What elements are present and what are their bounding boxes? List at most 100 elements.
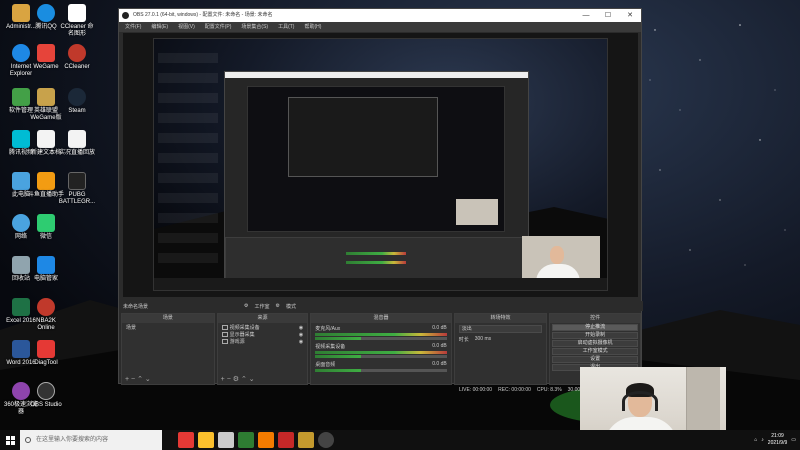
taskbar-search-box[interactable]: 在这里输入你要搜索的内容 [20,430,162,450]
window-controls: — ☐ ✕ [575,9,641,22]
menu-view[interactable]: 视图(V) [178,22,195,32]
preview-desktop-icons [158,43,218,273]
maximize-button[interactable]: ☐ [597,9,619,22]
source-item[interactable]: 视频采集设备 ◉ [221,325,303,332]
gamepad-icon [221,339,228,345]
volume-meter [315,333,447,336]
menu-scene-collection[interactable]: 场景集合(S) [241,22,268,32]
start-recording-button[interactable]: 开始录制 [552,332,638,339]
taskbar-app-icon[interactable] [178,432,194,448]
audio-mixer-dock: 混音器 麦克风/Aux 0.0 dB 视频采集设备 0.0 dB 桌面音频 0.0 d… [310,313,452,385]
volume-slider[interactable] [315,355,447,358]
preview-taskbar [154,278,607,290]
remove-source-button[interactable]: − [227,376,231,383]
mode-label: 模式 [286,303,297,310]
notification-icon[interactable]: ▭ [791,437,796,443]
scenes-dock: 场景 场景 + − ⌃ ⌄ [121,313,215,385]
sources-dock: 来源 视频采集设备 ◉ 显示器采集 ◉ 游戏源 ◉ + − ⚙ ⌃ ⌄ [216,313,309,385]
desktop-icon-nba2k[interactable]: NBA2K Online [27,298,65,332]
move-up-button[interactable]: ⌃ [241,376,247,383]
desktop-icon-pubg[interactable]: PUBG BATTLEGR... [58,172,96,206]
menu-help[interactable]: 帮助(H) [304,22,321,32]
desktop-icon-replay[interactable]: 实况直播回放 [58,130,96,157]
source-settings-button[interactable]: ⚙ [233,376,239,383]
volume-slider[interactable] [315,337,447,340]
search-placeholder: 在这里输入你要搜索的内容 [36,437,109,443]
scene-item[interactable]: 场景 [126,325,210,332]
taskbar-app-icon[interactable] [198,432,214,448]
visibility-eye-icon[interactable]: ◉ [299,332,303,339]
menu-profile[interactable]: 配置文件(P) [205,22,232,32]
obs-title-bar[interactable]: OBS 27.0.1 (64-bit, windows) - 配置文件: 未命名… [119,9,641,22]
start-virtual-camera-button[interactable]: 启动虚拟摄像机 [552,340,638,347]
wechat-icon [37,214,55,232]
search-icon [25,437,31,443]
taskbar-app-icon[interactable] [218,432,234,448]
remove-scene-button[interactable]: − [131,376,135,383]
scenes-dock-toolbar: + − ⌃ ⌄ [122,375,214,384]
menu-edit[interactable]: 编辑(E) [151,22,168,32]
duration-label: 时长 [458,337,469,343]
move-up-button[interactable]: ⌃ [137,376,143,383]
diagtool-icon [37,340,55,358]
visibility-eye-icon[interactable]: ◉ [299,325,303,332]
source-item[interactable]: 显示器采集 ◉ [221,332,303,339]
obs-docks: 场景 场景 + − ⌃ ⌄ 来源 视频采集设备 ◉ 显示器采集 ◉ 游戏源 ◉ + −… [119,313,643,385]
obs-window[interactable]: OBS 27.0.1 (64-bit, windows) - 配置文件: 未命名… [118,8,643,393]
taskbar-app-icon[interactable] [278,432,294,448]
desktop-icon-ccleaner-doc[interactable]: CCleaner 命 名图形 [58,4,96,38]
douyu-icon [37,172,55,190]
volume-icon[interactable]: ♪ [761,437,764,443]
desktop-icon-obs[interactable]: OBS Studio [27,382,65,409]
display-capture-preview [153,38,608,291]
desktop-icon-steam[interactable]: Steam [58,88,96,115]
obs-icon [37,382,55,400]
duration-input[interactable]: 300 ms [475,336,491,343]
source-item[interactable]: 游戏源 ◉ [221,339,303,346]
mixer-channel: 视频采集设备 0.0 dB [315,343,447,358]
taskbar-app-icon[interactable] [238,432,254,448]
controls-dock-title: 控件 [550,314,640,323]
nested-webcam [456,199,498,225]
system-tray: ⌂ ♪ 21:09 2021/9/9 ▭ [754,430,796,450]
qq-icon [37,4,55,22]
taskbar-obs-icon[interactable] [318,432,334,448]
add-source-button[interactable]: + [221,376,225,383]
add-scene-button[interactable]: + [125,376,129,383]
wegame-icon [37,44,55,62]
mode-icon[interactable]: ⚙ [276,303,280,309]
taskbar-clock[interactable]: 21:09 2021/9/9 [768,433,787,447]
taskbar-app-icon[interactable] [298,432,314,448]
studio-mode-button[interactable]: 工作室模式 [552,348,638,355]
start-button[interactable] [0,430,20,450]
nested-recursive-preview [288,97,438,177]
move-down-button[interactable]: ⌄ [249,376,255,383]
current-scene-label: 未命名场景 [123,303,149,310]
desktop-icon-wechat[interactable]: 微信 [27,214,65,241]
studio-mode-label: 工作室 [254,303,270,310]
settings-button[interactable]: 设置 [552,356,638,363]
league-of-legends-icon [37,88,55,106]
desktop-icon-diagtool[interactable]: DiagTool [27,340,65,367]
menu-file[interactable]: 文件(F) [125,22,141,32]
clock-date: 2021/9/9 [767,440,788,446]
taskbar-app-icon[interactable] [258,432,274,448]
stop-streaming-button[interactable]: 停止推流 [552,324,638,331]
network-icon[interactable]: ⌂ [754,437,757,443]
obs-preview[interactable] [123,33,638,297]
close-button[interactable]: ✕ [619,9,641,22]
menu-tools[interactable]: 工具(T) [278,22,294,32]
mixer-channel: 麦克风/Aux 0.0 dB [315,325,447,340]
move-down-button[interactable]: ⌄ [145,376,151,383]
visibility-eye-icon[interactable]: ◉ [299,339,303,346]
preview-webcam-person [550,246,564,264]
sources-dock-toolbar: + − ⚙ ⌃ ⌄ [218,375,308,384]
studio-mode-icon[interactable]: ⚙ [244,303,248,309]
ccleaner-icon [68,44,86,62]
minimize-button[interactable]: — [575,9,597,22]
volume-meter [315,351,447,354]
desktop-icon-pc-manager[interactable]: 电脑管家 [27,256,65,283]
transition-select[interactable]: 淡出 [458,325,543,333]
desktop-icon-ccleaner[interactable]: CCleaner [58,44,96,71]
transitions-dock-title: 转场特效 [454,314,547,323]
